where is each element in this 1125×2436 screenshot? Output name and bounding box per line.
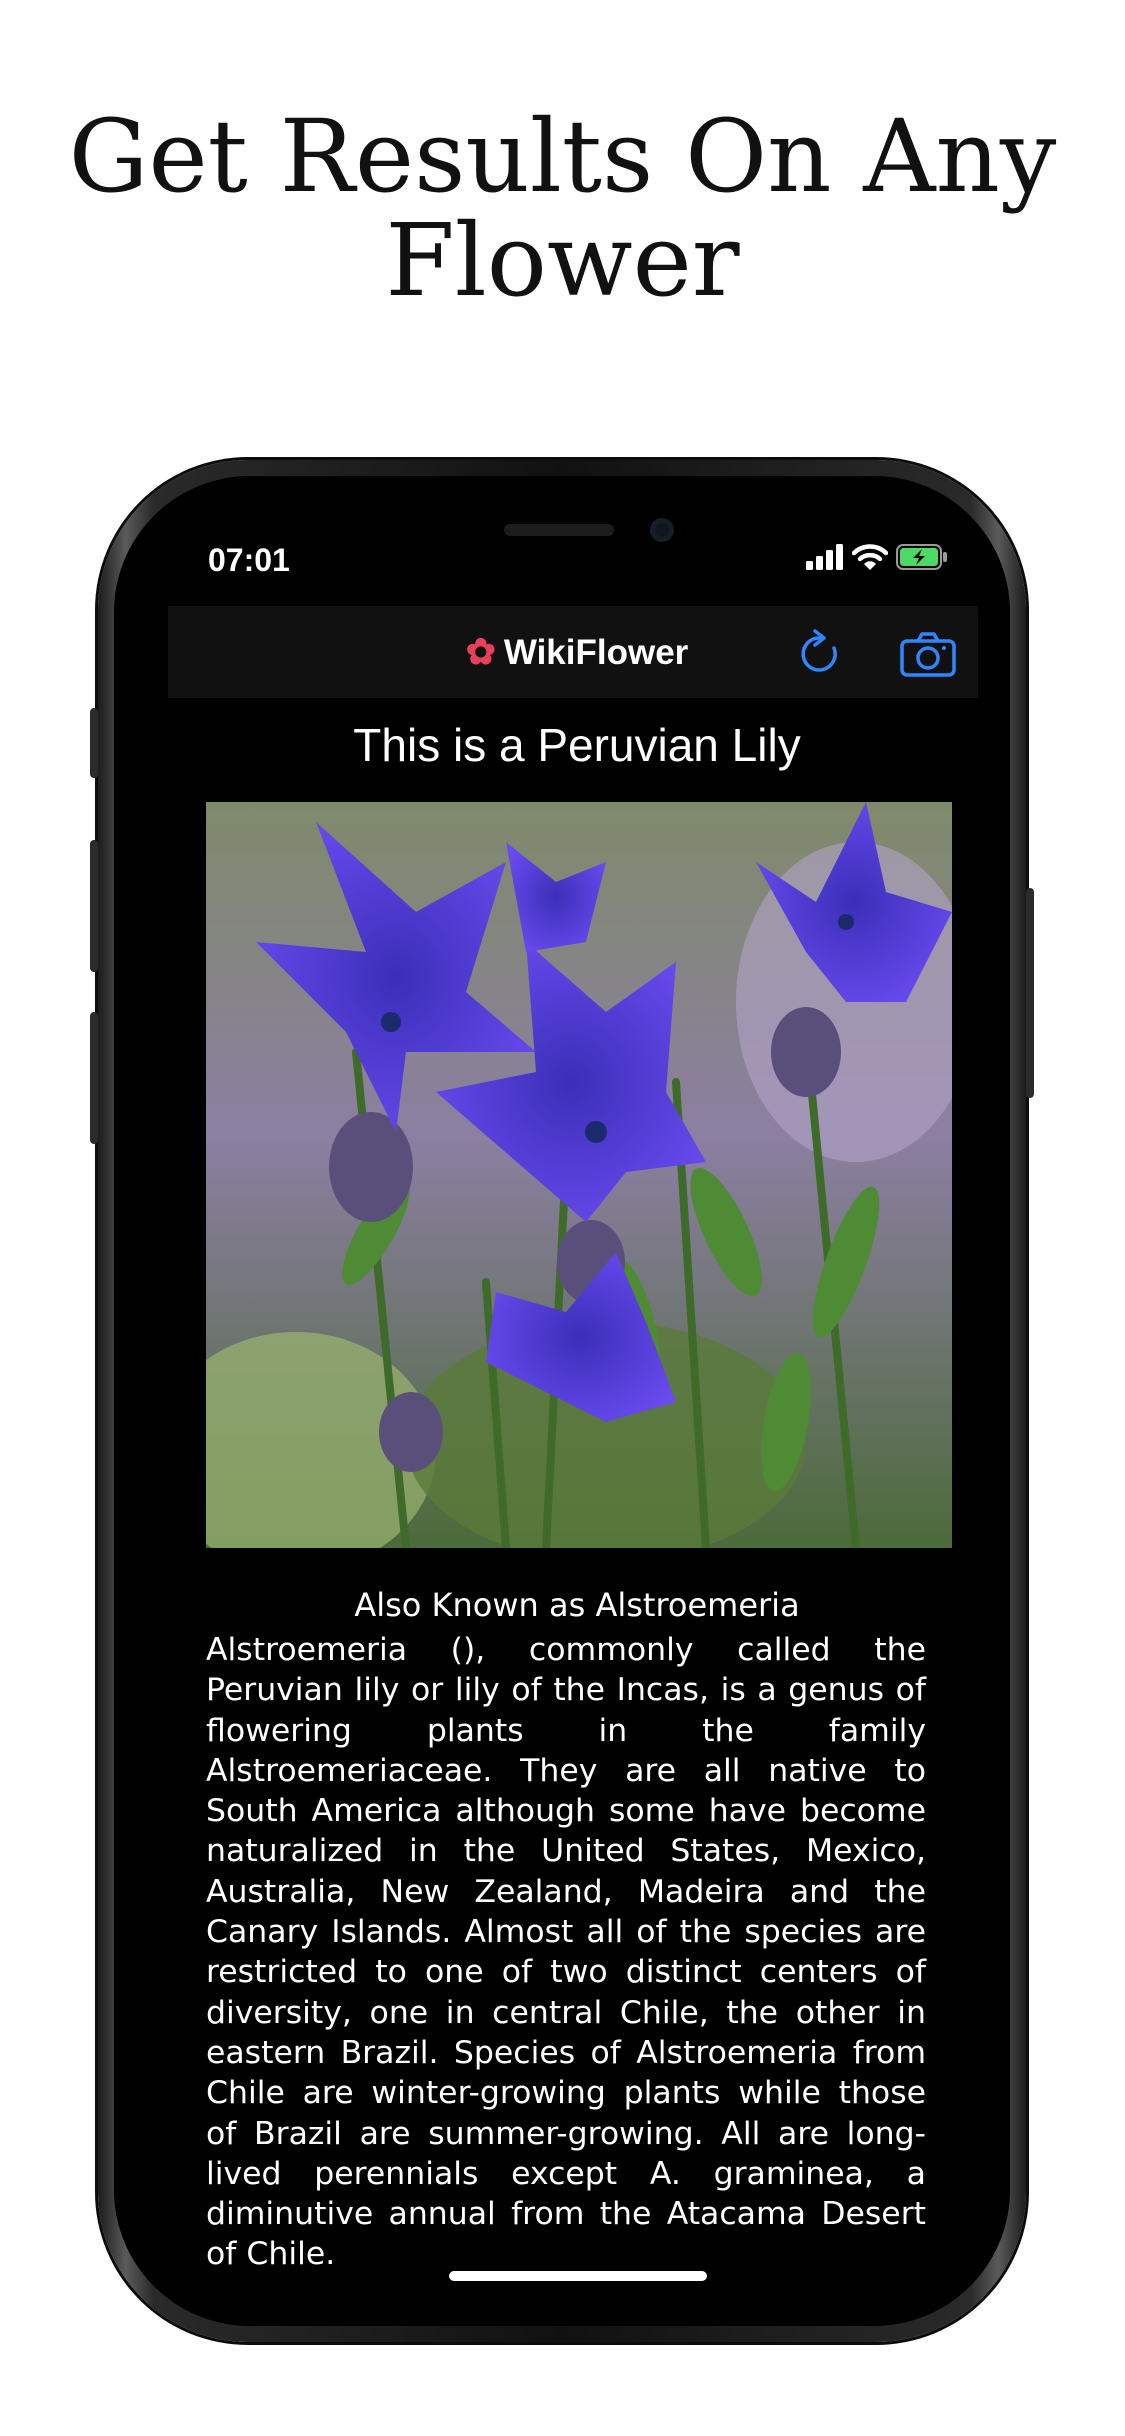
camera-icon xyxy=(900,632,956,677)
phone-bezel: 07:01 ✿ WikiFlower This is a Peruvian Li… xyxy=(114,476,1010,2326)
also-known-as: Also Known as Alstroemeria xyxy=(354,1586,800,1624)
home-indicator[interactable] xyxy=(449,2271,707,2281)
flower-description: Alstroemeria (), commonly called the Per… xyxy=(206,1632,926,2273)
phone-notch xyxy=(331,508,787,580)
refresh-button[interactable] xyxy=(794,628,846,680)
app-title: ✿ WikiFlower xyxy=(168,606,978,698)
status-icons xyxy=(806,543,948,575)
app-name: WikiFlower xyxy=(503,633,689,672)
phone-frame: 07:01 ✿ WikiFlower This is a Peruvian Li… xyxy=(90,460,1034,2342)
headline-line-1: Get Results On Any xyxy=(68,98,1057,215)
wifi-icon xyxy=(851,543,889,575)
status-time: 07:01 xyxy=(208,542,290,578)
signal-icon xyxy=(806,544,844,574)
hibiscus-icon: ✿ xyxy=(465,631,496,672)
app-navigation-bar: ✿ WikiFlower xyxy=(168,606,978,698)
refresh-icon xyxy=(801,629,837,672)
battery-icon xyxy=(896,544,948,574)
front-camera xyxy=(650,518,674,542)
phone-screen: 07:01 ✿ WikiFlower This is a Peruvian Li… xyxy=(146,508,978,2294)
flower-photo xyxy=(206,802,952,1548)
volume-up-button xyxy=(90,840,98,972)
volume-down-button xyxy=(90,1012,98,1144)
mute-switch xyxy=(90,708,98,778)
power-button xyxy=(1026,888,1034,1098)
speaker-grille xyxy=(504,524,614,536)
result-title: This is a Peruvian Lily xyxy=(353,719,801,771)
marketing-headline: Get Results On Any Flower xyxy=(0,105,1125,313)
camera-button[interactable] xyxy=(898,628,958,680)
headline-line-2: Flower xyxy=(385,202,740,319)
